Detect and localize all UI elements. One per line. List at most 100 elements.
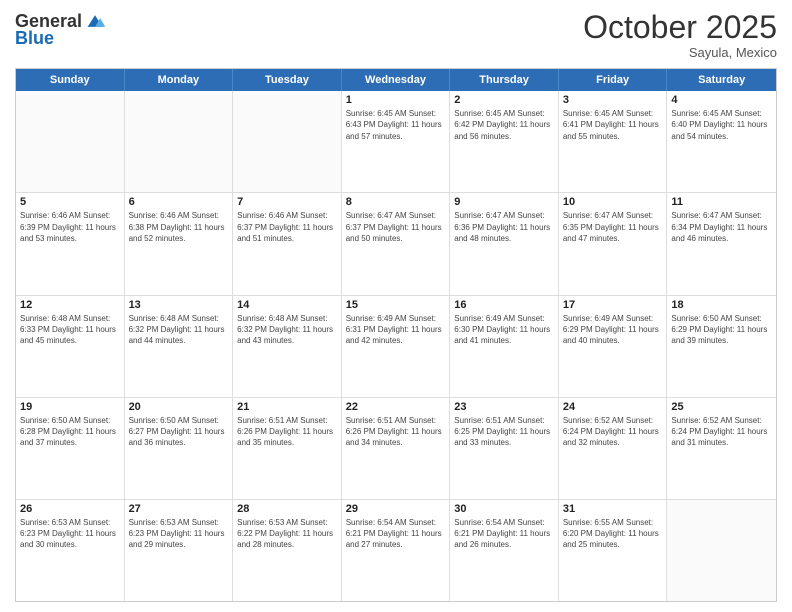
day-number: 25 bbox=[671, 401, 772, 413]
day-28: 28 Sunrise: 6:53 AM Sunset: 6:22 PM Dayli… bbox=[233, 500, 342, 601]
day-26: 26Sunrise: 6:53 AM Sunset: 6:23 PM Dayli… bbox=[16, 500, 125, 601]
day-info: Sunrise: 6:47 AM Sunset: 6:34 PM Dayligh… bbox=[671, 210, 772, 244]
day-number: 13 bbox=[129, 299, 229, 311]
day-info: Sunrise: 6:52 AM Sunset: 6:24 PM Dayligh… bbox=[563, 415, 663, 449]
day-info: Sunrise: 6:51 AM Sunset: 6:26 PM Dayligh… bbox=[237, 415, 337, 449]
day-7: 7Sunrise: 6:46 AM Sunset: 6:37 PM Daylig… bbox=[233, 193, 342, 294]
day-info: Sunrise: 6:45 AM Sunset: 6:43 PM Dayligh… bbox=[346, 108, 446, 142]
empty-cell bbox=[16, 91, 125, 192]
day-number: 24 bbox=[563, 401, 663, 413]
day-info: Sunrise: 6:51 AM Sunset: 6:25 PM Dayligh… bbox=[454, 415, 554, 449]
day-9: 9Sunrise: 6:47 AM Sunset: 6:36 PM Daylig… bbox=[450, 193, 559, 294]
week-2: 5 Sunrise: 6:46 AM Sunset: 6:39 PM Daylig… bbox=[16, 193, 776, 295]
day-number: 23 bbox=[454, 401, 554, 413]
week-1: 1 Sunrise: 6:45 AM Sunset: 6:43 PM Daylig… bbox=[16, 91, 776, 193]
day-number: 26 bbox=[20, 503, 120, 515]
day-10: 10Sunrise: 6:47 AM Sunset: 6:35 PM Dayli… bbox=[559, 193, 668, 294]
day-18: 18 Sunrise: 6:50 AM Sunset: 6:29 PM Dayli… bbox=[667, 296, 776, 397]
day-number: 22 bbox=[346, 401, 446, 413]
header-saturday: Saturday bbox=[667, 69, 776, 91]
day-number: 8 bbox=[346, 196, 446, 208]
day-info: Sunrise: 6:49 AM Sunset: 6:29 PM Dayligh… bbox=[563, 313, 663, 347]
day-info: Sunrise: 6:50 AM Sunset: 6:27 PM Dayligh… bbox=[129, 415, 229, 449]
empty-cell bbox=[667, 500, 776, 601]
day-number: 29 bbox=[346, 503, 446, 515]
day-12: 12 Sunrise: 6:48 AM Sunset: 6:33 PM Dayli… bbox=[16, 296, 125, 397]
day-24: 24 Sunrise: 6:52 AM Sunset: 6:24 PM Dayli… bbox=[559, 398, 668, 499]
header-monday: Monday bbox=[125, 69, 234, 91]
day-number: 11 bbox=[671, 196, 772, 208]
calendar-header: SundayMondayTuesdayWednesdayThursdayFrid… bbox=[16, 69, 776, 91]
day-info: Sunrise: 6:53 AM Sunset: 6:22 PM Dayligh… bbox=[237, 517, 337, 551]
day-number: 21 bbox=[237, 401, 337, 413]
day-number: 16 bbox=[454, 299, 554, 311]
day-13: 13 Sunrise: 6:48 AM Sunset: 6:32 PM Dayli… bbox=[125, 296, 234, 397]
day-number: 5 bbox=[20, 196, 120, 208]
location: Sayula, Mexico bbox=[583, 45, 777, 60]
day-4: 4 Sunrise: 6:45 AM Sunset: 6:40 PM Daylig… bbox=[667, 91, 776, 192]
day-5: 5 Sunrise: 6:46 AM Sunset: 6:39 PM Daylig… bbox=[16, 193, 125, 294]
week-3: 12 Sunrise: 6:48 AM Sunset: 6:33 PM Dayli… bbox=[16, 296, 776, 398]
day-info: Sunrise: 6:48 AM Sunset: 6:32 PM Dayligh… bbox=[237, 313, 337, 347]
day-info: Sunrise: 6:47 AM Sunset: 6:35 PM Dayligh… bbox=[563, 210, 663, 244]
day-info: Sunrise: 6:50 AM Sunset: 6:28 PM Dayligh… bbox=[20, 415, 120, 449]
header-tuesday: Tuesday bbox=[233, 69, 342, 91]
day-19: 19Sunrise: 6:50 AM Sunset: 6:28 PM Dayli… bbox=[16, 398, 125, 499]
calendar-body: 1 Sunrise: 6:45 AM Sunset: 6:43 PM Daylig… bbox=[16, 91, 776, 601]
page: General Blue October 2025 Sayula, Mexico… bbox=[0, 0, 792, 612]
day-number: 12 bbox=[20, 299, 120, 311]
day-info: Sunrise: 6:54 AM Sunset: 6:21 PM Dayligh… bbox=[454, 517, 554, 551]
day-number: 27 bbox=[129, 503, 229, 515]
empty-cell bbox=[125, 91, 234, 192]
day-number: 17 bbox=[563, 299, 663, 311]
day-1: 1 Sunrise: 6:45 AM Sunset: 6:43 PM Daylig… bbox=[342, 91, 451, 192]
logo-icon bbox=[84, 10, 106, 32]
header: General Blue October 2025 Sayula, Mexico bbox=[15, 10, 777, 60]
day-info: Sunrise: 6:48 AM Sunset: 6:32 PM Dayligh… bbox=[129, 313, 229, 347]
day-17: 17 Sunrise: 6:49 AM Sunset: 6:29 PM Dayli… bbox=[559, 296, 668, 397]
day-number: 1 bbox=[346, 94, 446, 106]
day-20: 20 Sunrise: 6:50 AM Sunset: 6:27 PM Dayli… bbox=[125, 398, 234, 499]
header-thursday: Thursday bbox=[450, 69, 559, 91]
day-11: 11 Sunrise: 6:47 AM Sunset: 6:34 PM Dayli… bbox=[667, 193, 776, 294]
day-25: 25 Sunrise: 6:52 AM Sunset: 6:24 PM Dayli… bbox=[667, 398, 776, 499]
day-number: 4 bbox=[671, 94, 772, 106]
day-info: Sunrise: 6:52 AM Sunset: 6:24 PM Dayligh… bbox=[671, 415, 772, 449]
week-5: 26Sunrise: 6:53 AM Sunset: 6:23 PM Dayli… bbox=[16, 500, 776, 601]
day-29: 29Sunrise: 6:54 AM Sunset: 6:21 PM Dayli… bbox=[342, 500, 451, 601]
day-30: 30Sunrise: 6:54 AM Sunset: 6:21 PM Dayli… bbox=[450, 500, 559, 601]
day-info: Sunrise: 6:46 AM Sunset: 6:39 PM Dayligh… bbox=[20, 210, 120, 244]
day-23: 23 Sunrise: 6:51 AM Sunset: 6:25 PM Dayli… bbox=[450, 398, 559, 499]
day-22: 22 Sunrise: 6:51 AM Sunset: 6:26 PM Dayli… bbox=[342, 398, 451, 499]
header-friday: Friday bbox=[559, 69, 668, 91]
day-3: 3Sunrise: 6:45 AM Sunset: 6:41 PM Daylig… bbox=[559, 91, 668, 192]
day-info: Sunrise: 6:51 AM Sunset: 6:26 PM Dayligh… bbox=[346, 415, 446, 449]
day-info: Sunrise: 6:47 AM Sunset: 6:37 PM Dayligh… bbox=[346, 210, 446, 244]
empty-cell bbox=[233, 91, 342, 192]
day-21: 21 Sunrise: 6:51 AM Sunset: 6:26 PM Dayli… bbox=[233, 398, 342, 499]
day-15: 15 Sunrise: 6:49 AM Sunset: 6:31 PM Dayli… bbox=[342, 296, 451, 397]
day-info: Sunrise: 6:49 AM Sunset: 6:31 PM Dayligh… bbox=[346, 313, 446, 347]
day-number: 28 bbox=[237, 503, 337, 515]
day-info: Sunrise: 6:46 AM Sunset: 6:38 PM Dayligh… bbox=[129, 210, 229, 244]
day-6: 6 Sunrise: 6:46 AM Sunset: 6:38 PM Daylig… bbox=[125, 193, 234, 294]
month-title: October 2025 bbox=[583, 10, 777, 45]
header-wednesday: Wednesday bbox=[342, 69, 451, 91]
day-number: 9 bbox=[454, 196, 554, 208]
day-info: Sunrise: 6:45 AM Sunset: 6:42 PM Dayligh… bbox=[454, 108, 554, 142]
week-4: 19Sunrise: 6:50 AM Sunset: 6:28 PM Dayli… bbox=[16, 398, 776, 500]
day-number: 18 bbox=[671, 299, 772, 311]
day-info: Sunrise: 6:48 AM Sunset: 6:33 PM Dayligh… bbox=[20, 313, 120, 347]
day-number: 20 bbox=[129, 401, 229, 413]
day-info: Sunrise: 6:49 AM Sunset: 6:30 PM Dayligh… bbox=[454, 313, 554, 347]
day-number: 6 bbox=[129, 196, 229, 208]
day-number: 15 bbox=[346, 299, 446, 311]
day-info: Sunrise: 6:50 AM Sunset: 6:29 PM Dayligh… bbox=[671, 313, 772, 347]
day-info: Sunrise: 6:55 AM Sunset: 6:20 PM Dayligh… bbox=[563, 517, 663, 551]
day-info: Sunrise: 6:45 AM Sunset: 6:41 PM Dayligh… bbox=[563, 108, 663, 142]
day-14: 14Sunrise: 6:48 AM Sunset: 6:32 PM Dayli… bbox=[233, 296, 342, 397]
day-info: Sunrise: 6:45 AM Sunset: 6:40 PM Dayligh… bbox=[671, 108, 772, 142]
day-number: 7 bbox=[237, 196, 337, 208]
day-31: 31Sunrise: 6:55 AM Sunset: 6:20 PM Dayli… bbox=[559, 500, 668, 601]
day-27: 27Sunrise: 6:53 AM Sunset: 6:23 PM Dayli… bbox=[125, 500, 234, 601]
